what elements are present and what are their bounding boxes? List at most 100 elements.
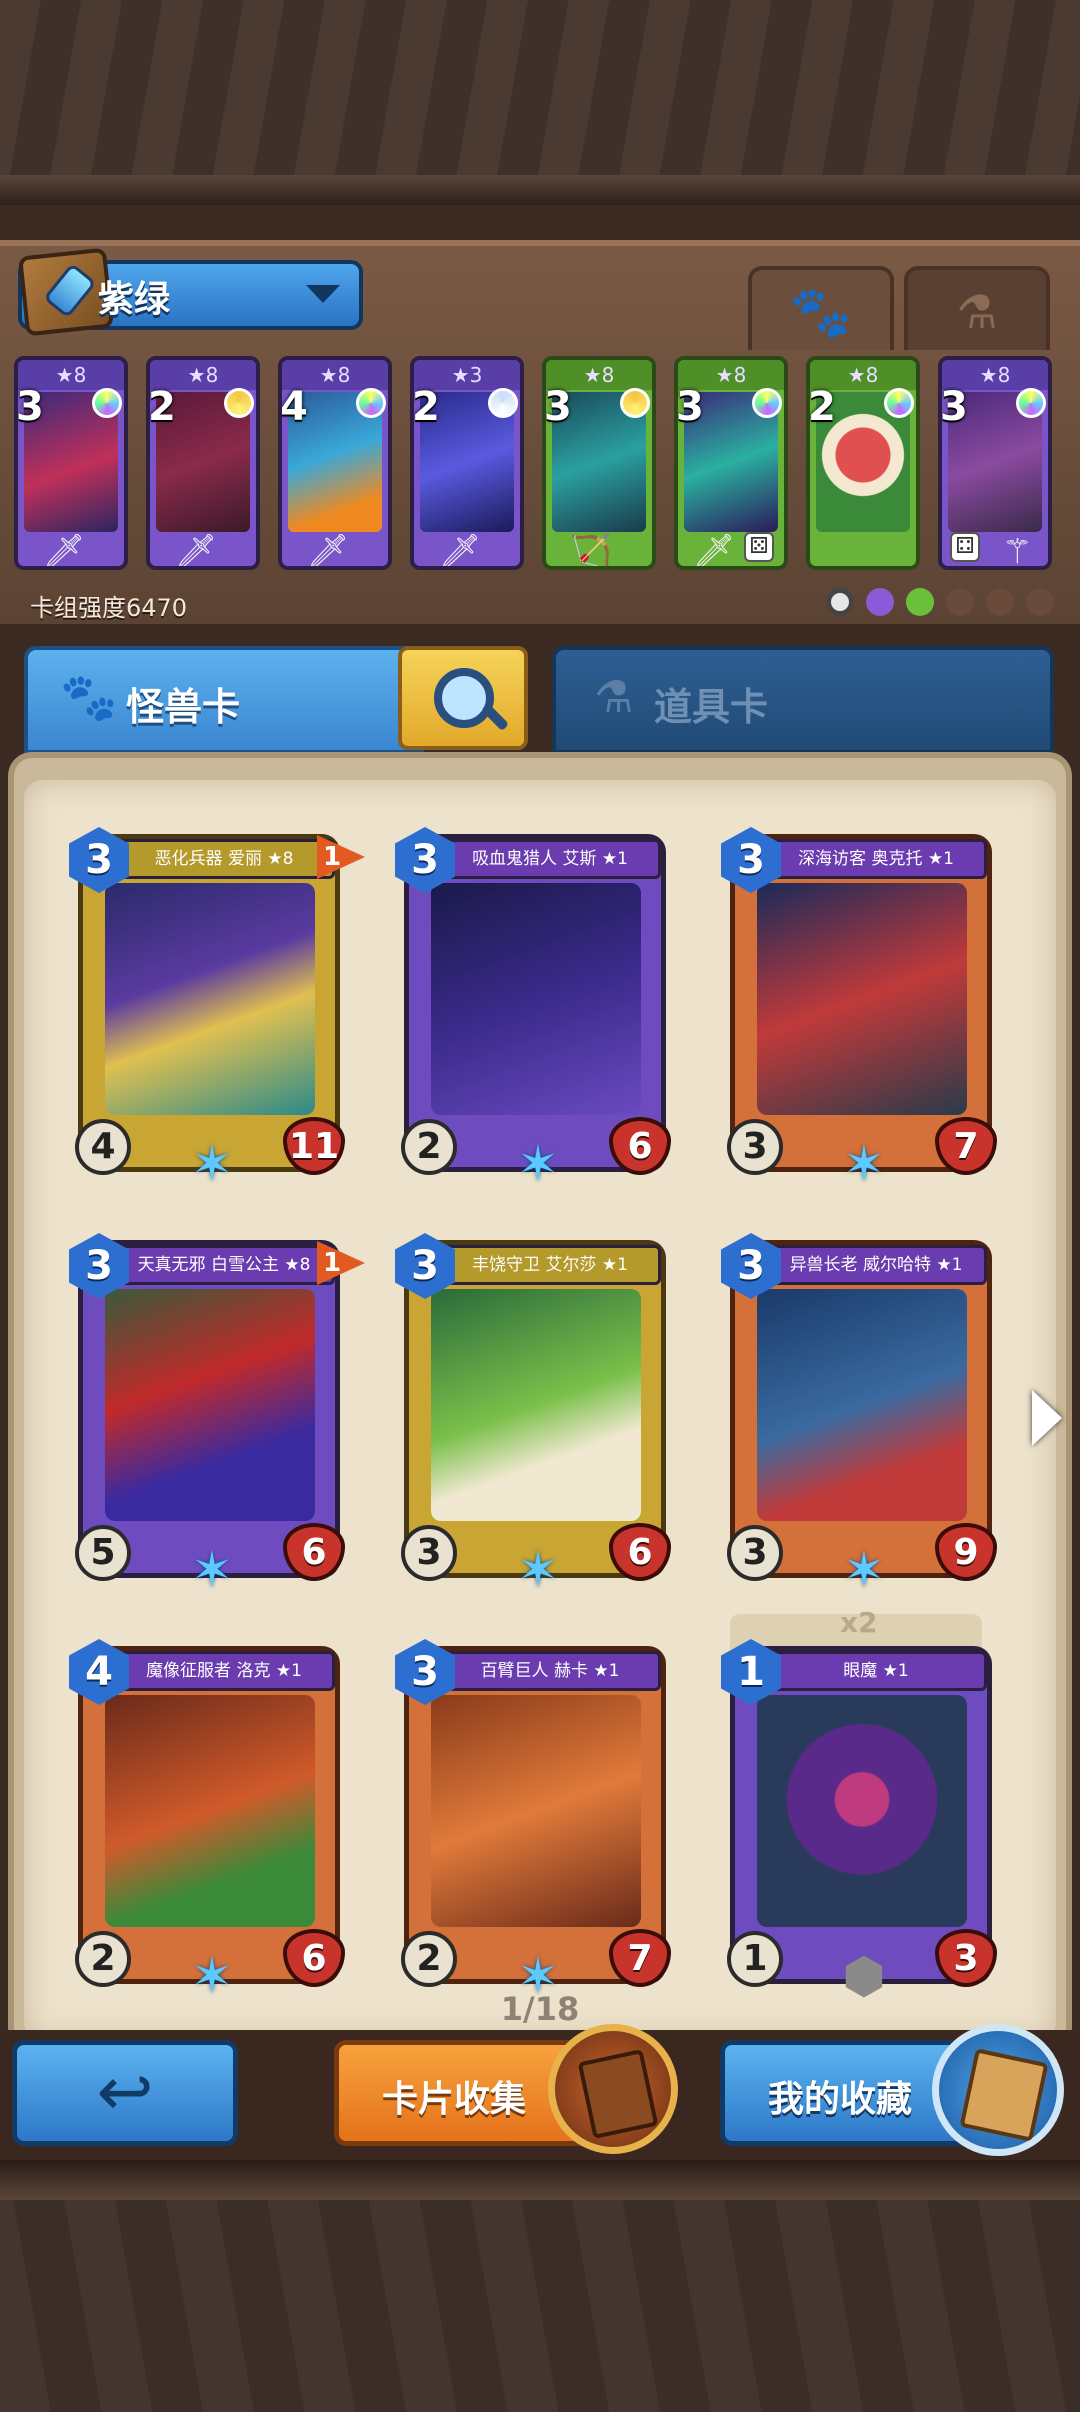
card-attack: 2 — [401, 1931, 457, 1987]
card-collection-label[interactable]: 卡片收集 — [382, 2070, 526, 2122]
card-name: 眼魔 ★1 — [765, 1651, 987, 1691]
deck-card[interactable]: ★8 3 🗡 ⚄ — [674, 356, 788, 570]
deck-filter-icons — [826, 588, 1054, 618]
green-filter-icon[interactable] — [906, 588, 934, 616]
paw-icon: 🐾 — [60, 670, 118, 724]
card-attack: 1 — [727, 1931, 783, 1987]
card-book-icon[interactable] — [548, 2024, 678, 2154]
collection-card[interactable]: 魔像征服者 洛克 ★1 4 2 ✶ 6 — [69, 1639, 345, 2001]
deck-card[interactable]: ★8 3 ⚃ ⚚ — [938, 356, 1052, 570]
bow-icon: 🏹 — [570, 532, 613, 570]
yellow-filter-icon[interactable] — [986, 588, 1014, 616]
sword-icon: 🗡 — [174, 532, 218, 570]
rainbow-gem-icon — [356, 388, 386, 418]
star-gem-icon: ✶ — [191, 1541, 233, 1599]
deck-card-cost: 3 — [16, 384, 44, 430]
deck-card-cost: 2 — [148, 384, 176, 430]
card-attack: 2 — [401, 1119, 457, 1175]
collection-card[interactable]: 眼魔 ★1 1 1 ⬢ 3 — [721, 1639, 997, 2001]
card-name: 魔像征服者 洛克 ★1 — [113, 1651, 335, 1691]
silver-gem-icon — [488, 388, 518, 418]
potion-icon: ⚗ — [956, 285, 998, 339]
card-name: 丰饶守卫 艾尔莎 ★1 — [439, 1245, 661, 1285]
card-name: 异兽长老 威尔哈特 ★1 — [765, 1245, 987, 1285]
deck-card[interactable]: ★8 3 🗡 — [14, 356, 128, 570]
orange-filter-icon[interactable] — [1026, 588, 1054, 616]
duplicate-count: x2 — [840, 1606, 878, 1639]
collection-card[interactable]: 百臂巨人 赫卡 ★1 3 2 ✶ 7 — [395, 1639, 671, 2001]
card-art — [431, 883, 641, 1115]
star-gem-icon: ✶ — [843, 1135, 885, 1193]
star-gem-icon: ✶ — [517, 1135, 559, 1193]
paw-icon: 🐾 — [789, 283, 853, 341]
top-wall — [0, 0, 1080, 205]
collection-card[interactable]: 恶化兵器 爱丽 ★8 3 1 4 ✶ 11 — [69, 827, 365, 1189]
deck-power: 卡组强度6470 — [30, 594, 188, 622]
card-attack: 2 — [75, 1931, 131, 1987]
card-art — [757, 883, 967, 1115]
star-gem-icon: ✶ — [843, 1541, 885, 1599]
my-favorites-label[interactable]: 我的收藏 — [768, 2070, 912, 2122]
deck-card[interactable]: ★8 2 — [806, 356, 920, 570]
star-gem-icon: ✶ — [191, 1135, 233, 1193]
potion-tab[interactable]: ⚗ — [904, 266, 1050, 350]
sword-icon: 🗡 — [438, 532, 482, 570]
deck-card[interactable]: ★8 3 🏹 — [542, 356, 656, 570]
card-name: 百臂巨人 赫卡 ★1 — [439, 1651, 661, 1691]
star-gem-icon: ✶ — [517, 1541, 559, 1599]
purple-filter-icon[interactable] — [866, 588, 894, 616]
tab-monster-label[interactable]: 怪兽卡 — [126, 676, 240, 731]
deck-card-cost: 3 — [676, 384, 704, 430]
sword-icon: 🗡 — [692, 532, 736, 570]
deck-card-cost: 2 — [808, 384, 836, 430]
gold-gem-icon — [620, 388, 650, 418]
deck-card[interactable]: ★8 2 🗡 — [146, 356, 260, 570]
rainbow-gem-icon — [1016, 388, 1046, 418]
grey-gem-icon: ⬢ — [842, 1947, 886, 2005]
card-art — [757, 1695, 967, 1927]
page-number: 1/18 — [500, 1990, 580, 2028]
dice-icon: ⚃ — [950, 532, 980, 562]
next-page-arrow-icon[interactable] — [1032, 1390, 1062, 1446]
card-name: 天真无邪 白雪公主 ★8 — [113, 1245, 335, 1285]
card-health: 11 — [283, 1117, 345, 1175]
rainbow-gem-icon — [92, 388, 122, 418]
back-button[interactable]: ↩ — [12, 2040, 238, 2146]
card-attack: 4 — [75, 1119, 131, 1175]
deck-card-cost: 3 — [940, 384, 968, 430]
deck-card[interactable]: ★3 2 🗡 — [410, 356, 524, 570]
collection-card[interactable]: 吸血鬼猎人 艾斯 ★1 3 2 ✶ 6 — [395, 827, 671, 1189]
bottom-wall — [0, 2160, 1080, 2412]
search-button[interactable] — [398, 646, 528, 750]
collection-card[interactable]: 丰饶守卫 艾尔莎 ★1 3 3 ✶ 6 — [395, 1233, 671, 1595]
deck-card-cost: 3 — [544, 384, 572, 430]
card-attack: 5 — [75, 1525, 131, 1581]
dice-icon: ⚄ — [744, 532, 774, 562]
staff-icon: ⚚ — [1002, 532, 1033, 570]
deck-cards-row: ★8 3 🗡 ★8 2 🗡 ★8 4 🗡 ★3 2 🗡 ★8 3 🏹 ★8 3 — [14, 356, 1066, 576]
deck-name[interactable]: 紫绿 — [98, 270, 170, 322]
rainbow-gem-icon — [752, 388, 782, 418]
rainbow-gem-icon — [884, 388, 914, 418]
card-art — [105, 883, 315, 1115]
collection-card[interactable]: 天真无邪 白雪公主 ★8 3 1 5 ✶ 6 — [69, 1233, 365, 1595]
card-name: 深海访客 奥克托 ★1 — [765, 839, 987, 879]
deck-card-cost: 4 — [280, 384, 308, 430]
card-art — [431, 1289, 641, 1521]
card-art — [431, 1695, 641, 1927]
map-scroll-icon[interactable] — [932, 2024, 1064, 2156]
sword-icon: 🗡 — [42, 532, 86, 570]
deck-card[interactable]: ★8 4 🗡 — [278, 356, 392, 570]
neutral-filter-icon[interactable] — [826, 588, 854, 616]
collection-card[interactable]: 深海访客 奥克托 ★1 3 3 ✶ 7 — [721, 827, 997, 1189]
card-attack: 3 — [727, 1119, 783, 1175]
sword-icon: 🗡 — [306, 532, 350, 570]
dropdown-arrow-icon[interactable] — [306, 285, 340, 303]
card-name: 恶化兵器 爱丽 ★8 — [113, 839, 335, 879]
tab-item-label[interactable]: 道具卡 — [654, 676, 768, 731]
potion-icon: ⚗ — [594, 672, 634, 723]
red-filter-icon[interactable] — [946, 588, 974, 616]
collection-card[interactable]: 异兽长老 威尔哈特 ★1 3 3 ✶ 9 — [721, 1233, 997, 1595]
monster-paw-tab[interactable]: 🐾 — [748, 266, 894, 350]
card-attack: 3 — [401, 1525, 457, 1581]
